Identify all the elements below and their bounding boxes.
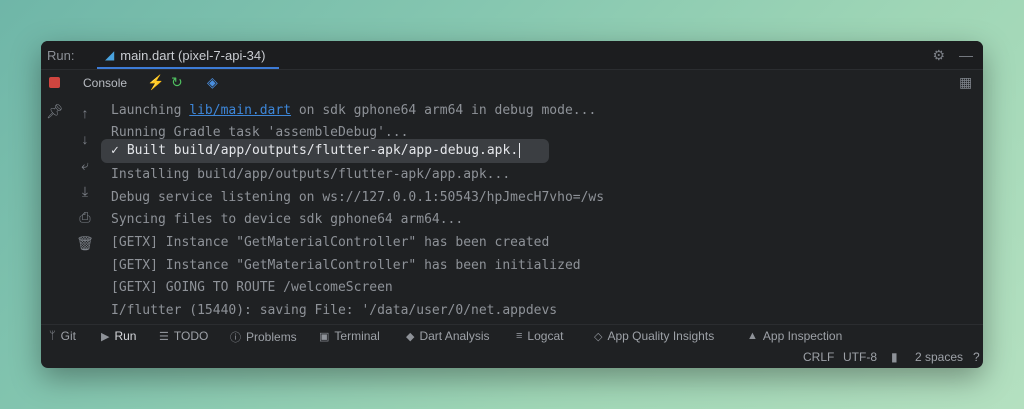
pin-icon[interactable]: 📌︎	[45, 103, 65, 120]
console-line: Debug service listening on ws://127.0.0.…	[111, 190, 605, 205]
file-encoding[interactable]: UTF-8	[843, 350, 877, 364]
hot-restart-icon[interactable]: ↻	[171, 74, 183, 91]
title-actions: ⚙ —	[932, 47, 973, 64]
console-actions: ↑ ↓ ⤶ ⤓ ⎙ 🗑︎	[69, 97, 101, 338]
tool-tab-dart-analysis[interactable]: ◆ Dart Analysis	[406, 329, 490, 343]
tool-tab-app-inspection[interactable]: ▲ App Inspection	[747, 329, 842, 343]
tool-window-bar: ᛘ Git ▶ Run ☰ TODO ⓘ Problems ▣ Terminal ◆ Dar…	[41, 324, 983, 347]
problems-icon: ⓘ	[230, 332, 241, 344]
flutter-icon: ◢	[105, 48, 115, 62]
play-icon: ▶	[101, 330, 110, 343]
console-line: Launching lib/main.dart on sdk gphone64 …	[111, 101, 596, 121]
tool-tab-label: Run	[114, 329, 137, 343]
tab-main-dart[interactable]: ◢ main.dart (pixel-7-api-34)	[97, 41, 280, 69]
terminal-icon: ▣	[319, 330, 330, 343]
readonly-lock-icon[interactable]: ▮	[891, 350, 898, 364]
tool-tab-app-quality-insights[interactable]: ◇ App Quality Insights	[594, 329, 714, 343]
tool-tab-label: Logcat	[527, 329, 564, 343]
run-label: Run:	[47, 47, 75, 63]
console-tab[interactable]: Console	[83, 76, 127, 90]
console-toolbar: Console ⚡ ↻ ◈ ▦	[41, 70, 983, 97]
tool-tab-terminal[interactable]: ▣ Terminal	[319, 329, 380, 343]
file-link[interactable]: lib/main.dart	[189, 103, 291, 118]
console-output[interactable]: Launching lib/main.dart on sdk gphone64 …	[101, 99, 971, 332]
indent-setting[interactable]: 2 spaces	[915, 350, 963, 364]
tool-tab-run[interactable]: ▶ Run	[101, 329, 136, 343]
tool-tab-problems[interactable]: ⓘ Problems	[230, 329, 297, 345]
scroll-to-end-icon[interactable]: ⤓	[75, 183, 95, 200]
tool-tab-logcat[interactable]: ≡ Logcat	[516, 329, 563, 343]
tool-tab-label: Terminal	[334, 329, 380, 343]
tool-tab-label: App Inspection	[762, 329, 843, 343]
tool-tab-label: App Quality Insights	[607, 329, 715, 343]
console-text: Built build/app/outputs/flutter-apk/app-…	[126, 143, 519, 158]
console-line: [GETX] Instance "GetMaterialController" …	[111, 235, 550, 250]
tool-tab-label: Dart Analysis	[419, 329, 490, 343]
list-icon: ☰	[159, 330, 169, 343]
console-line-highlighted: ✓ Built build/app/outputs/flutter-apk/app…	[111, 141, 521, 161]
trash-icon[interactable]: 🗑︎	[75, 235, 95, 252]
tool-tab-label: TODO	[173, 329, 209, 343]
layout-icon[interactable]: ▦	[959, 74, 972, 91]
tool-tab-label: Problems	[246, 330, 297, 344]
arrow-up-icon[interactable]: ↑	[75, 105, 95, 121]
console-line: [GETX] GOING TO ROUTE /welcomeScreen	[111, 280, 393, 295]
status-bar: CRLF UTF-8 ▮ 2 spaces ?	[41, 346, 983, 368]
print-icon[interactable]: ⎙	[75, 209, 95, 226]
minimize-icon[interactable]: —	[959, 47, 973, 63]
diamond-icon: ◇	[594, 330, 603, 343]
left-gutter: 📌︎	[41, 97, 69, 338]
tool-tab-label: Git	[60, 329, 76, 343]
devtools-icon[interactable]: ◈	[207, 74, 218, 91]
inspection-icon: ▲	[747, 330, 758, 342]
arrow-down-icon[interactable]: ↓	[75, 131, 95, 147]
console-line: Syncing files to device sdk gphone64 arm…	[111, 212, 464, 227]
console-text: Launching	[111, 103, 190, 118]
tool-tab-todo[interactable]: ☰ TODO	[159, 329, 208, 343]
text-cursor	[519, 143, 521, 158]
console-line: I/flutter (15440): saving File: '/data/u…	[111, 303, 558, 318]
git-branch-icon: ᛘ	[49, 330, 56, 342]
hot-reload-icon[interactable]: ⚡	[147, 74, 164, 91]
console-line: [GETX] Instance "GetMaterialController" …	[111, 258, 581, 273]
tool-tab-git[interactable]: ᛘ Git	[49, 329, 76, 343]
logcat-icon: ≡	[516, 330, 523, 342]
run-window: Run: ◢ main.dart (pixel-7-api-34) ⚙ — Co…	[41, 41, 983, 368]
stop-icon[interactable]	[49, 77, 60, 88]
dart-icon: ◆	[406, 330, 415, 343]
console-line: Installing build/app/outputs/flutter-apk…	[111, 167, 511, 182]
line-endings[interactable]: CRLF	[803, 350, 834, 364]
gear-icon[interactable]: ⚙	[932, 47, 945, 64]
soft-wrap-icon[interactable]: ⤶	[75, 157, 95, 174]
run-titlebar: Run: ◢ main.dart (pixel-7-api-34) ⚙ —	[41, 41, 983, 70]
tab-title: main.dart (pixel-7-api-34)	[120, 47, 266, 63]
check-icon: ✓	[111, 143, 119, 158]
help-icon[interactable]: ?	[973, 350, 980, 364]
console-text: on sdk gphone64 arm64 in debug mode...	[291, 103, 597, 118]
